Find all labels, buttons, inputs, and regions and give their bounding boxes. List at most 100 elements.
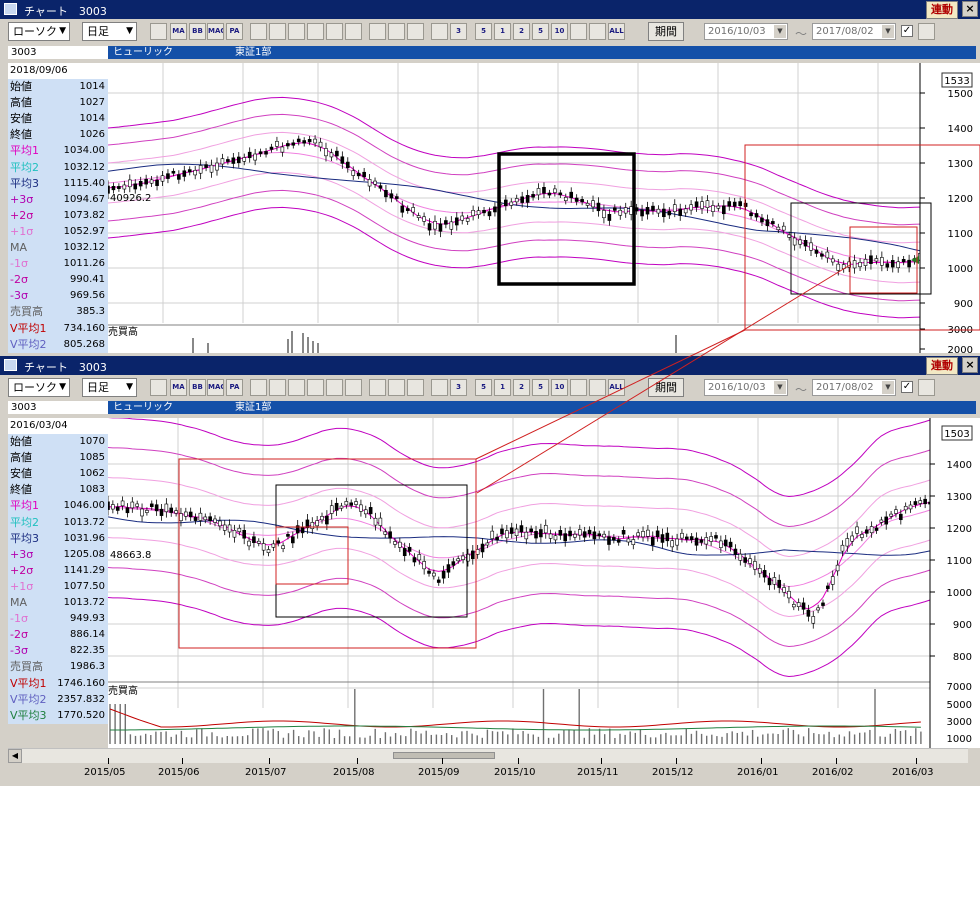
- all-icon[interactable]: ALL: [608, 23, 625, 40]
- 2y-icon[interactable]: 2: [513, 23, 530, 40]
- indicator-label: -2σ: [10, 273, 28, 287]
- volume-ma3-line: [110, 725, 921, 731]
- 1y-icon[interactable]: 1: [494, 379, 511, 396]
- dropdown-icon[interactable]: ▼: [774, 25, 786, 38]
- macd-icon[interactable]: MAC: [207, 379, 224, 396]
- close-button[interactable]: ×: [962, 1, 978, 17]
- zoom-icon[interactable]: [288, 23, 305, 40]
- indicator-value: 1011.26: [63, 258, 105, 270]
- date-tick: [442, 758, 443, 764]
- date-to-field[interactable]: 2017/08/02 ▼: [812, 379, 896, 396]
- candle: [901, 259, 906, 263]
- period-button[interactable]: 期間: [648, 378, 684, 397]
- 10y-icon[interactable]: 10: [551, 379, 568, 396]
- candle: [232, 530, 237, 538]
- price-chart-canvas[interactable]: 売買高40926.2150014001300120011001000900300…: [108, 63, 980, 353]
- period-checkbox[interactable]: ✓: [901, 25, 913, 37]
- all-icon-a[interactable]: [570, 379, 587, 396]
- candle: [683, 208, 688, 214]
- wave-tool-icon[interactable]: [269, 23, 286, 40]
- 6m-icon[interactable]: 5: [475, 23, 492, 40]
- 5y-icon[interactable]: 5: [532, 379, 549, 396]
- line-tool-icon[interactable]: [250, 23, 267, 40]
- candle: [840, 544, 845, 552]
- date-from-field[interactable]: 2016/10/03 ▼: [704, 23, 788, 40]
- period-checkbox[interactable]: ✓: [901, 381, 913, 393]
- date-to-field[interactable]: 2017/08/02 ▼: [812, 23, 896, 40]
- fib-icon[interactable]: [431, 23, 448, 40]
- pa-icon[interactable]: PA: [226, 379, 243, 396]
- cursor-icon[interactable]: [369, 23, 386, 40]
- calc-icon[interactable]: [307, 379, 324, 396]
- link-button[interactable]: 連動: [926, 357, 958, 375]
- macd-icon[interactable]: MAC: [207, 23, 224, 40]
- apply-period-icon[interactable]: [918, 379, 935, 396]
- 6m-icon[interactable]: 5: [475, 379, 492, 396]
- date-tick: [836, 758, 837, 764]
- ma-icon[interactable]: MA: [170, 379, 187, 396]
- tool-icon[interactable]: [150, 23, 167, 40]
- scroll-left-icon[interactable]: ◀: [8, 749, 22, 763]
- candle: [629, 206, 633, 215]
- window-title: チャート 3003: [24, 5, 107, 18]
- all-icon-b[interactable]: [589, 23, 606, 40]
- candle: [454, 217, 459, 226]
- candle: [329, 152, 334, 158]
- dropdown-icon[interactable]: ▼: [882, 25, 894, 38]
- eraser-icon[interactable]: [388, 23, 405, 40]
- candle: [543, 524, 548, 534]
- horizontal-scrollbar[interactable]: ◀: [8, 748, 968, 763]
- date-tick: [357, 758, 358, 764]
- bulb-icon[interactable]: [407, 379, 424, 396]
- bb-icon[interactable]: BB: [189, 379, 206, 396]
- ma-icon[interactable]: MA: [170, 23, 187, 40]
- zoom-icon[interactable]: [288, 379, 305, 396]
- fib-icon[interactable]: [431, 379, 448, 396]
- line-tool-icon[interactable]: [250, 379, 267, 396]
- dropdown-icon[interactable]: ▼: [774, 381, 786, 394]
- period-select[interactable]: 日足 ▼: [82, 22, 137, 41]
- candle: [407, 546, 412, 552]
- apply-period-icon[interactable]: [918, 23, 935, 40]
- 3m-icon[interactable]: 3: [450, 379, 467, 396]
- indicator-row: 売買高 1986.3: [8, 659, 108, 675]
- price-chart[interactable]: 売買高 40926.2 1500 1400 1300 1200 1100 1000 900 300…: [108, 63, 980, 353]
- close-button[interactable]: ×: [962, 357, 978, 373]
- all-icon-a[interactable]: [570, 23, 587, 40]
- grid-icon[interactable]: [326, 379, 343, 396]
- candle: [149, 503, 154, 508]
- link-button[interactable]: 連動: [926, 1, 958, 19]
- pen-icon[interactable]: [345, 379, 362, 396]
- bb-icon[interactable]: BB: [189, 23, 206, 40]
- wave-tool-icon[interactable]: [269, 379, 286, 396]
- candle: [913, 501, 918, 505]
- all-icon[interactable]: ALL: [608, 379, 625, 396]
- 2y-icon[interactable]: 2: [513, 379, 530, 396]
- grid-icon[interactable]: [326, 23, 343, 40]
- all-icon-b[interactable]: [589, 379, 606, 396]
- calc-icon[interactable]: [307, 23, 324, 40]
- 3m-icon[interactable]: 3: [450, 23, 467, 40]
- bulb-icon[interactable]: [407, 23, 424, 40]
- dropdown-icon[interactable]: ▼: [882, 381, 894, 394]
- scroll-thumb[interactable]: [393, 752, 495, 759]
- 5y-icon[interactable]: 5: [532, 23, 549, 40]
- chart-type-select[interactable]: ローソク ▼: [8, 378, 70, 397]
- eraser-icon[interactable]: [388, 379, 405, 396]
- chart-window-top: チャート 3003 連動 × ローソク ▼ 日足 ▼ 期間 2016/10/03 ▼ …: [0, 0, 980, 356]
- chart-type-select[interactable]: ローソク ▼: [8, 22, 70, 41]
- cursor-icon[interactable]: [369, 379, 386, 396]
- candle: [179, 513, 183, 522]
- pen-icon[interactable]: [345, 23, 362, 40]
- date-from-field[interactable]: 2016/10/03 ▼: [704, 379, 788, 396]
- candle: [685, 536, 689, 540]
- price-chart-canvas[interactable]: 売買高 48663.8 1400 1300 1200 1100 1000 900 800 7000…: [108, 418, 980, 748]
- period-button[interactable]: 期間: [648, 22, 684, 41]
- price-chart[interactable]: 売買高 48663.8 1400 1300 1200 1100 1000 900 800 7000…: [108, 418, 980, 748]
- 10y-icon[interactable]: 10: [551, 23, 568, 40]
- period-select[interactable]: 日足 ▼: [82, 378, 137, 397]
- date-tick: [601, 758, 602, 764]
- 1y-icon[interactable]: 1: [494, 23, 511, 40]
- tool-icon[interactable]: [150, 379, 167, 396]
- pa-icon[interactable]: PA: [226, 23, 243, 40]
